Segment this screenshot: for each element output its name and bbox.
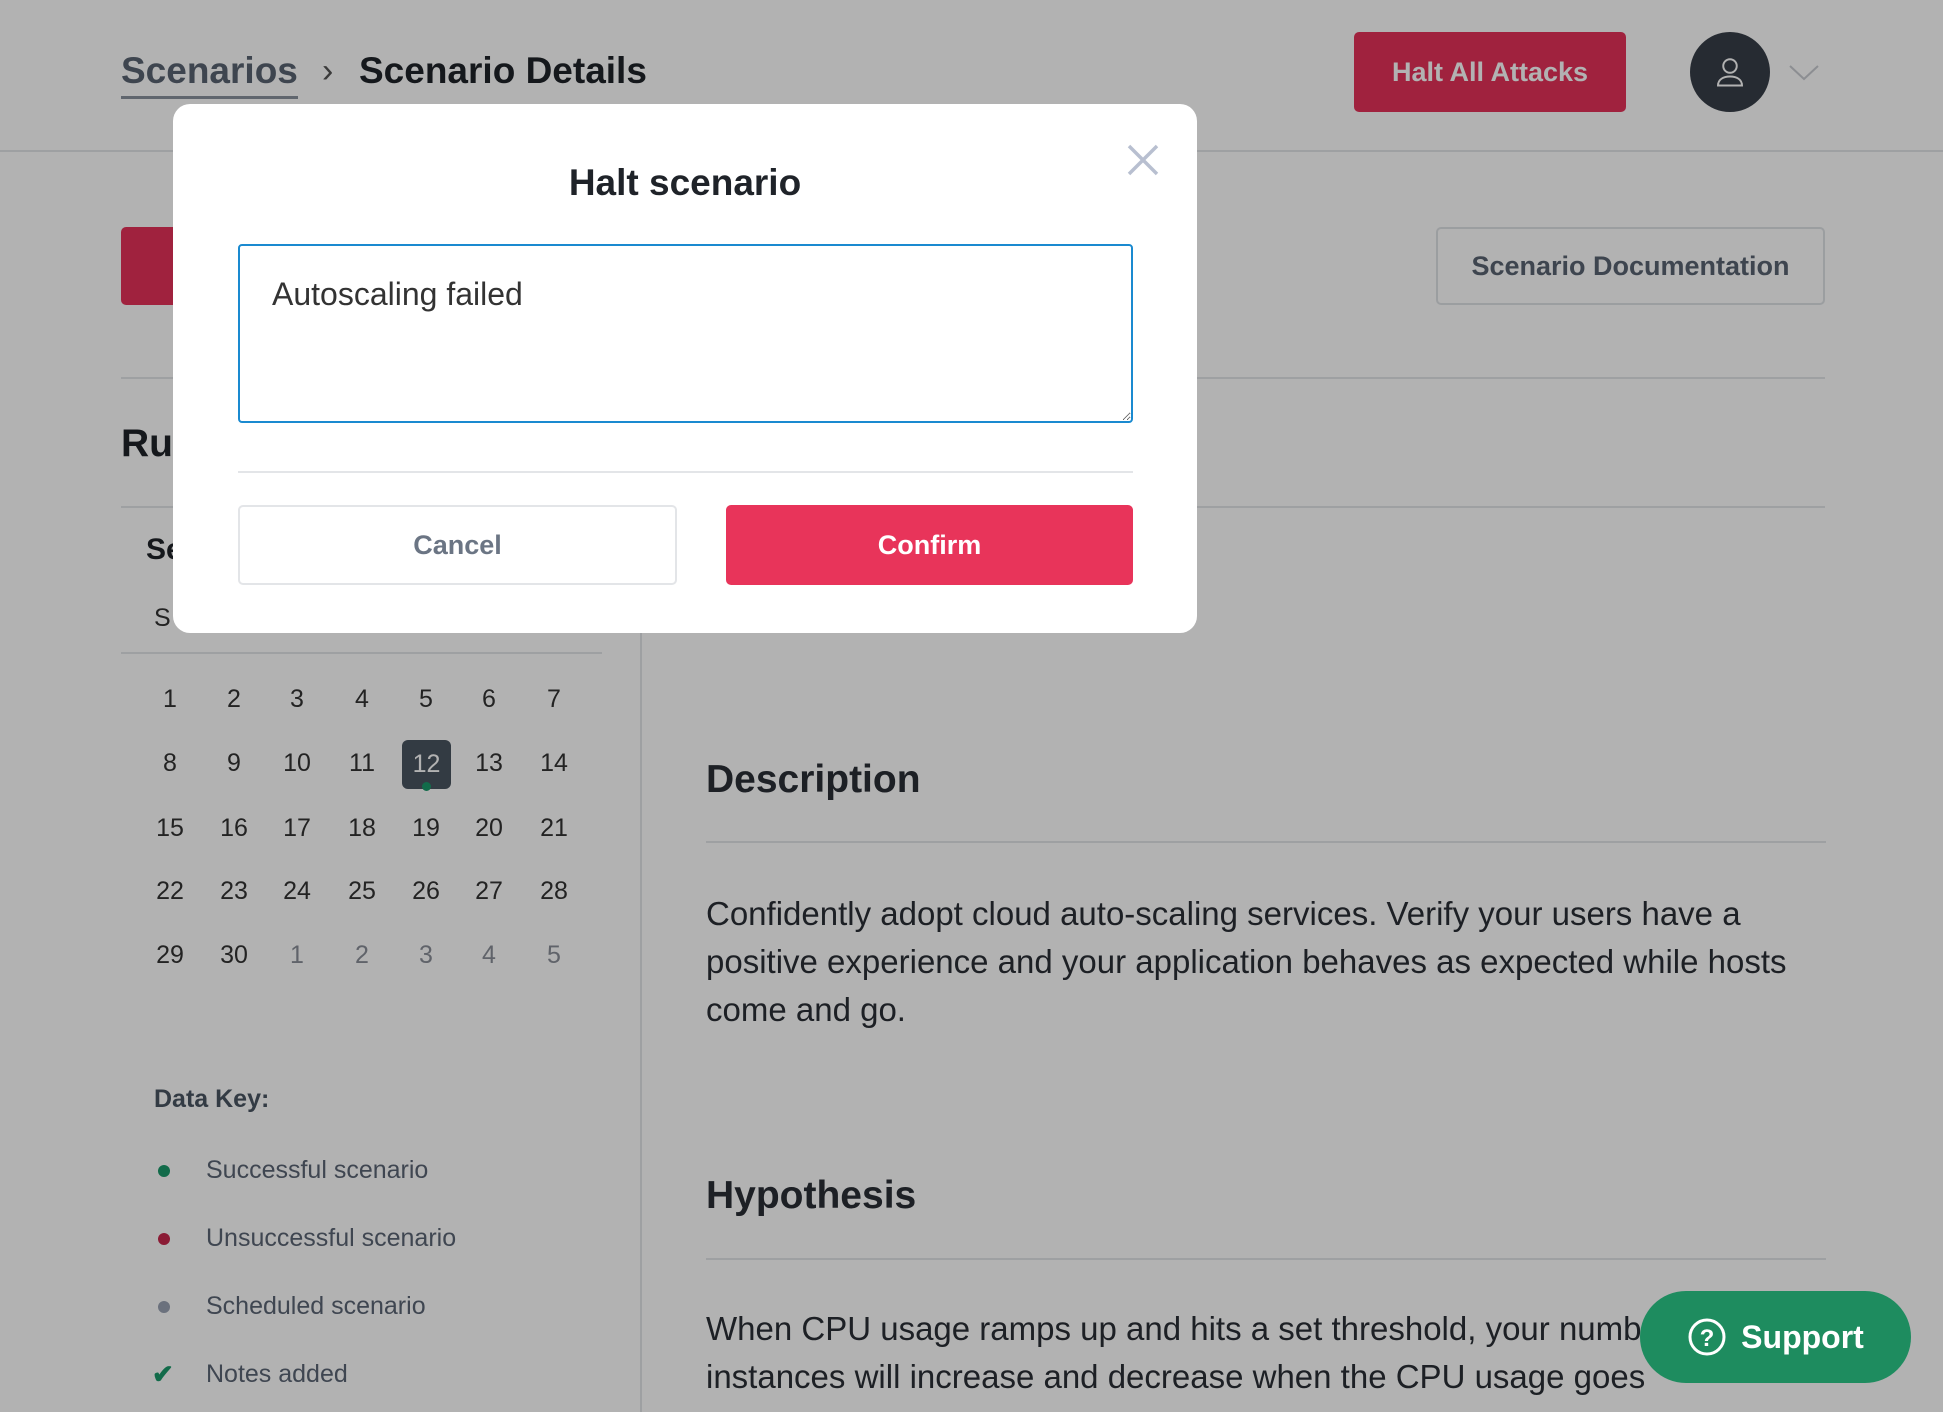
- modal-title: Halt scenario: [568, 162, 802, 203]
- cancel-button[interactable]: Cancel: [238, 505, 677, 585]
- question-icon: ?: [1688, 1318, 1726, 1356]
- svg-text:?: ?: [1700, 1325, 1715, 1352]
- confirm-button[interactable]: Confirm: [726, 505, 1133, 585]
- support-label: Support: [1741, 1318, 1864, 1355]
- close-icon[interactable]: [1126, 143, 1160, 177]
- support-button[interactable]: ? Support: [1640, 1291, 1911, 1383]
- halt-scenario-modal: Halt scenario Cancel Confirm: [173, 104, 1197, 633]
- halt-reason-textarea[interactable]: [238, 244, 1133, 423]
